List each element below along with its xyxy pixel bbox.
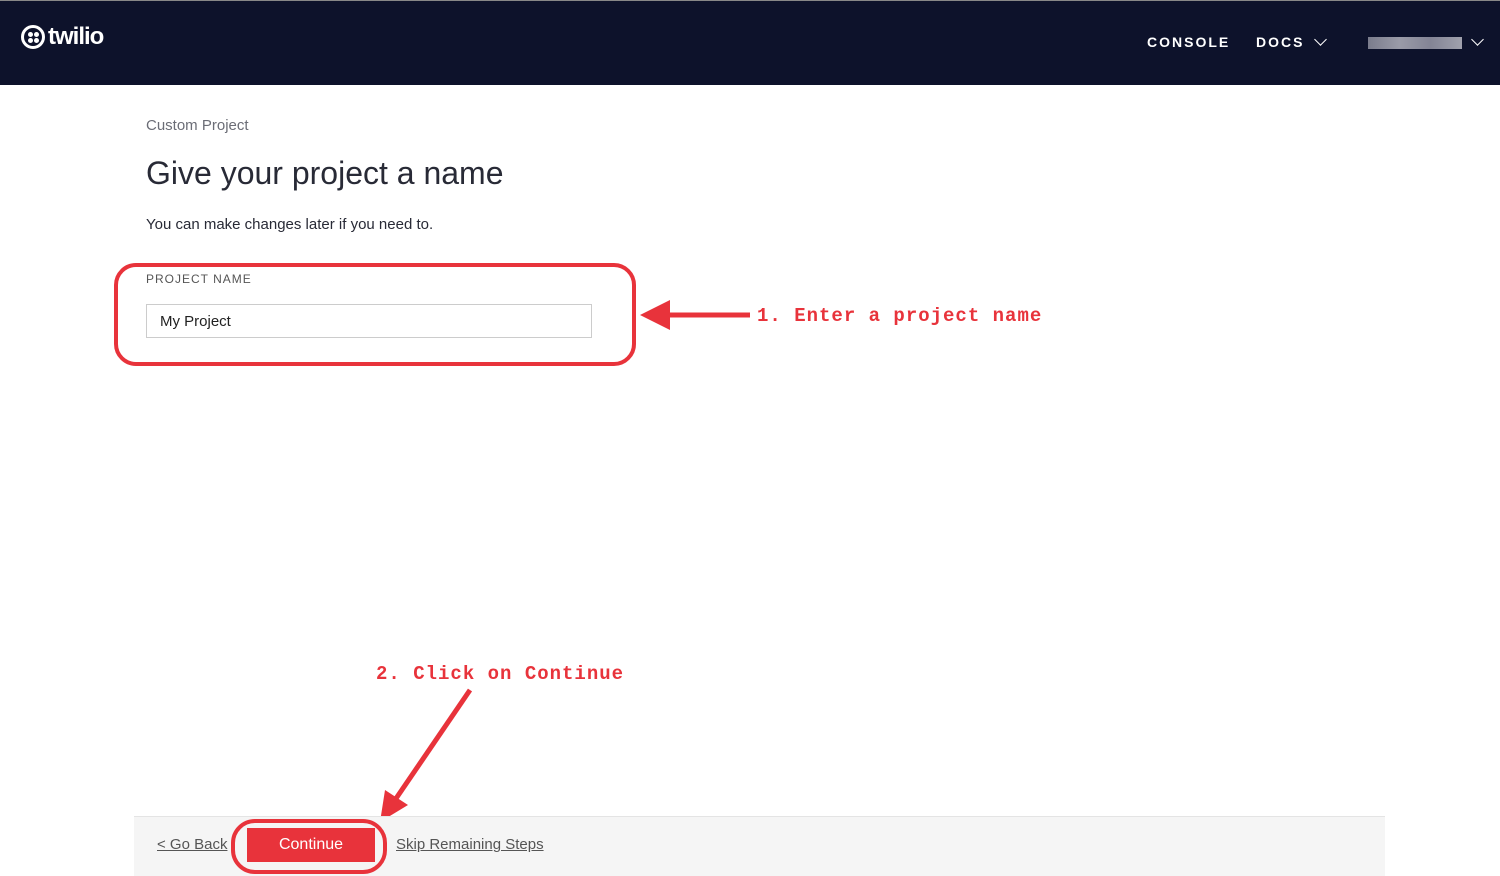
arrow-to-continue [380, 688, 473, 822]
annotation-arrows [380, 300, 750, 822]
annotation-step-2: 2. Click on Continue [376, 663, 625, 685]
arrow-to-input [640, 300, 750, 330]
annotation-step-1: 1. Enter a project name [757, 305, 1043, 327]
skip-remaining-steps-link[interactable]: Skip Remaining Steps [396, 836, 544, 853]
annotation-highlight-continue [231, 819, 387, 874]
go-back-link[interactable]: < Go Back [157, 836, 227, 853]
